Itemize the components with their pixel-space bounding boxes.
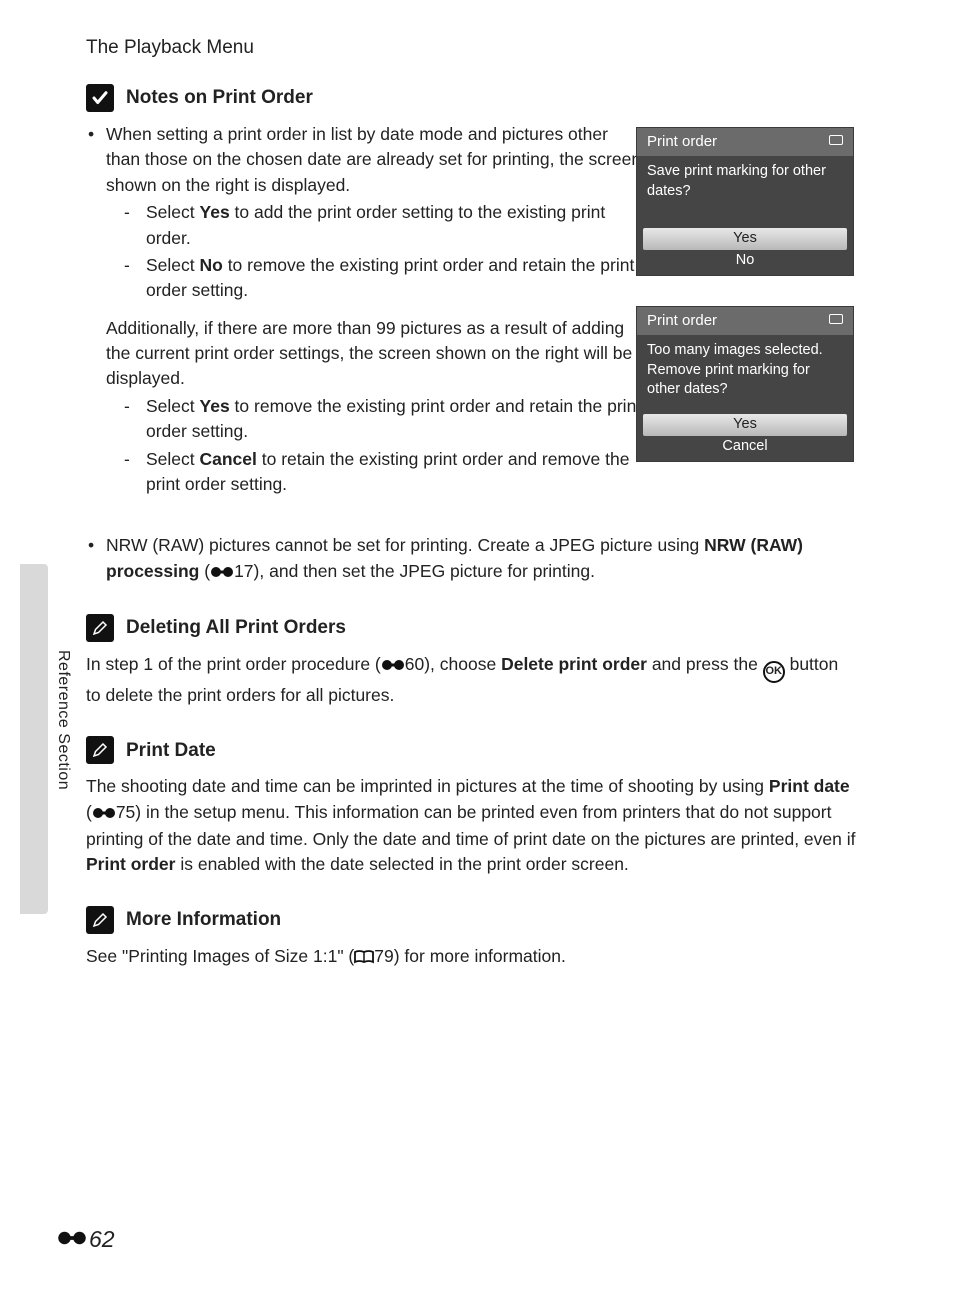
dialog-title: Print order <box>637 128 853 156</box>
section-title: Notes on Print Order <box>126 84 313 112</box>
body-text: Select Cancel to retain the existing pri… <box>146 447 646 498</box>
reference-icon <box>210 561 234 586</box>
body-text: Select Yes to remove the existing print … <box>146 394 646 445</box>
side-section-label: Reference Section <box>52 650 75 790</box>
section-printdate-head: Print Date <box>86 736 856 764</box>
section-title: Deleting All Print Orders <box>126 614 346 642</box>
section-title: More Information <box>126 906 281 934</box>
reference-icon <box>92 802 116 827</box>
section-notes-head: Notes on Print Order <box>86 84 856 112</box>
dialog-option-no[interactable]: No <box>637 250 853 272</box>
pencil-icon <box>86 614 114 642</box>
dialog-title: Print order <box>637 307 853 335</box>
body-text: In step 1 of the print order procedure (… <box>86 652 856 708</box>
dialog-message: Save print marking for other dates? <box>637 156 853 228</box>
page-number: 62 <box>89 1223 115 1256</box>
side-tab <box>20 564 48 914</box>
dialog-option-yes[interactable]: Yes <box>643 228 847 250</box>
printer-icon <box>829 135 843 145</box>
body-text: Select Yes to add the print order settin… <box>146 200 646 251</box>
body-text: When setting a print order in list by da… <box>106 122 646 198</box>
ok-button-icon: OK <box>763 661 785 683</box>
camera-dialog-1: Print order Save print marking for other… <box>636 127 854 276</box>
section-deleting-head: Deleting All Print Orders <box>86 614 856 642</box>
printer-icon <box>829 314 843 324</box>
body-text: Additionally, if there are more than 99 … <box>106 316 646 392</box>
reference-icon <box>381 654 405 679</box>
section-title: Print Date <box>126 737 216 765</box>
dialog-message: Too many images selected. Remove print m… <box>637 335 853 414</box>
section-moreinfo-head: More Information <box>86 906 856 934</box>
pencil-icon <box>86 736 114 764</box>
pencil-icon <box>86 906 114 934</box>
dialog-option-cancel[interactable]: Cancel <box>637 436 853 458</box>
dialog-option-yes[interactable]: Yes <box>643 414 847 436</box>
reference-icon <box>57 1223 87 1256</box>
body-text: NRW (RAW) pictures cannot be set for pri… <box>106 533 856 586</box>
checkmark-icon <box>86 84 114 112</box>
page-header: The Playback Menu <box>86 34 254 62</box>
body-text: The shooting date and time can be imprin… <box>86 774 856 878</box>
body-text: Select No to remove the existing print o… <box>146 253 646 304</box>
book-icon <box>354 946 374 971</box>
body-text: See "Printing Images of Size 1:1" (79) f… <box>86 944 856 971</box>
page-footer: 62 <box>57 1223 115 1256</box>
camera-dialog-2: Print order Too many images selected. Re… <box>636 306 854 462</box>
